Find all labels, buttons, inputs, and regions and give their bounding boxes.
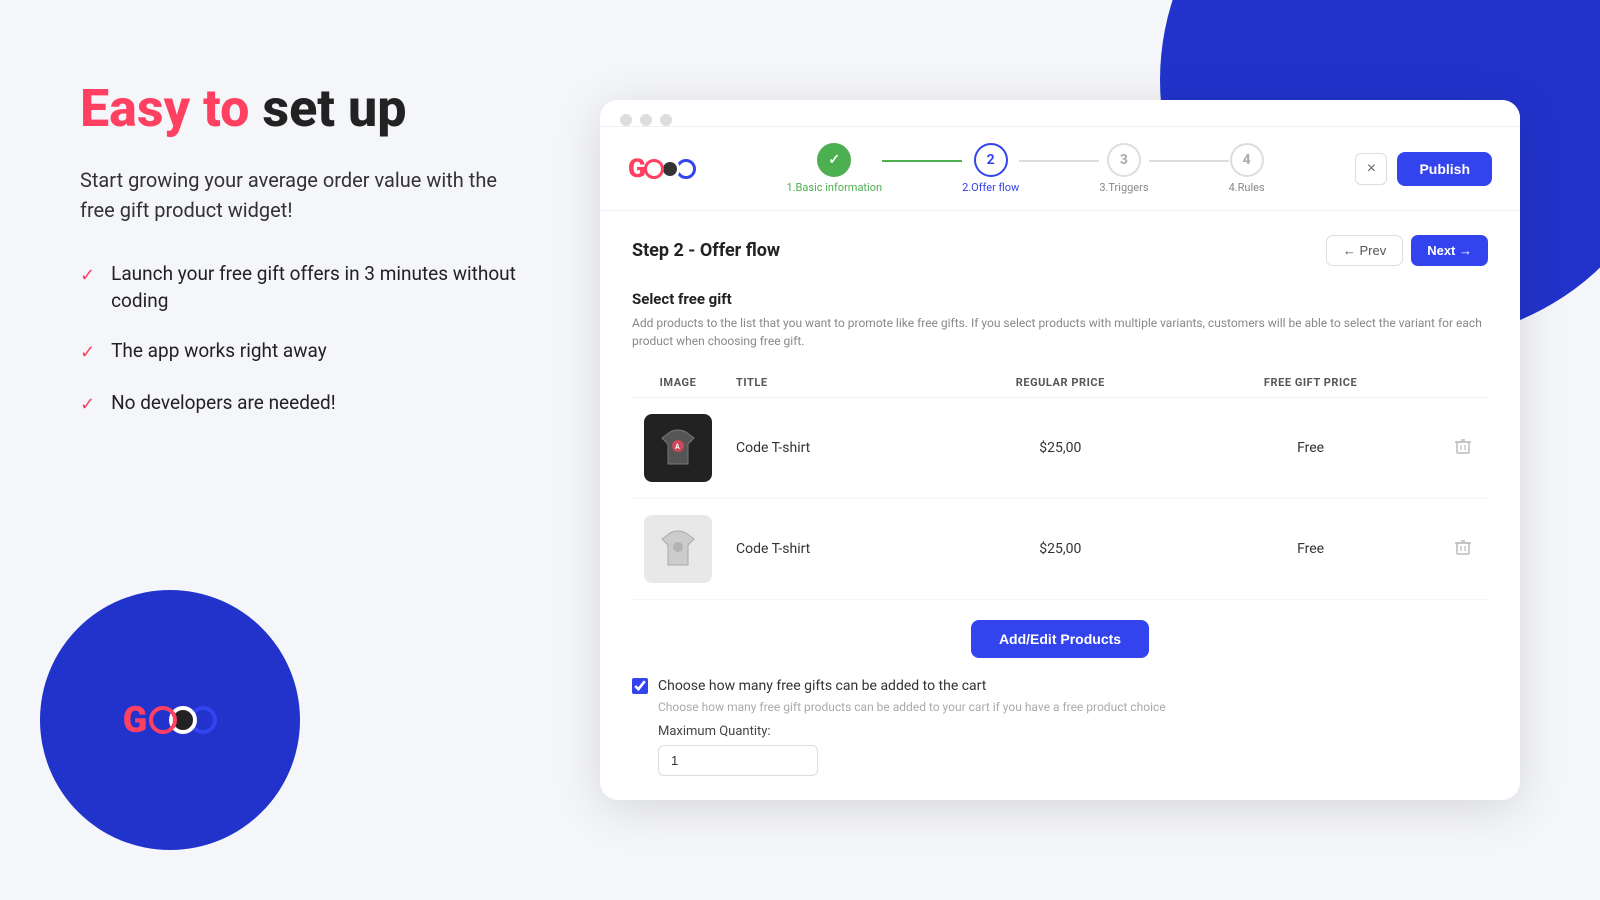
publish-button[interactable]: Publish xyxy=(1397,152,1492,186)
delete-button-2[interactable] xyxy=(1454,538,1472,561)
step-line-2 xyxy=(1019,160,1099,162)
step-label-4: 4.Rules xyxy=(1229,181,1265,194)
bottom-logo-rings xyxy=(149,706,217,734)
headline-easy: Easy xyxy=(80,78,190,139)
product-thumb-2 xyxy=(644,515,712,583)
headline: Easy to set up xyxy=(80,80,520,137)
free-gift-checkbox[interactable] xyxy=(632,678,648,694)
next-button[interactable]: Next → xyxy=(1411,235,1488,266)
step-circle-1: ✓ xyxy=(817,143,851,177)
tshirt-icon-light xyxy=(654,525,702,573)
close-button[interactable]: × xyxy=(1355,153,1387,185)
delete-cell-2 xyxy=(1438,499,1488,600)
chrome-dot-3 xyxy=(660,114,672,126)
app-logo: G xyxy=(628,154,696,184)
col-price: REGULAR PRICE xyxy=(937,368,1183,398)
free-gift-cell-1: Free xyxy=(1183,398,1438,499)
nav-buttons: ← Prev Next → xyxy=(1326,235,1488,266)
check-icon-1: ✓ xyxy=(80,263,95,288)
section-title: Select free gift xyxy=(632,290,1488,308)
headline-setup: set up xyxy=(262,78,406,139)
check-icon-2: ✓ xyxy=(80,340,95,365)
right-panel: G ✓ 1.Basic information 2 2.Offer flow xyxy=(580,0,1600,900)
free-gift-cell-2: Free xyxy=(1183,499,1438,600)
trash-icon-2 xyxy=(1454,538,1472,556)
step-label-1: 1.Basic information xyxy=(786,181,882,194)
bottom-logo-g: G xyxy=(123,699,148,741)
step-1: ✓ 1.Basic information xyxy=(786,143,882,194)
header-actions: × Publish xyxy=(1355,152,1492,186)
products-table: IMAGE TITLE REGULAR PRICE FREE GIFT PRIC… xyxy=(632,368,1488,600)
table-row: A Code T-shirt $25,00 Free xyxy=(632,398,1488,499)
headline-to: to xyxy=(203,78,249,139)
logo-circle-decoration: G xyxy=(40,590,300,850)
logo-circles xyxy=(648,159,696,179)
quantity-input[interactable] xyxy=(658,745,818,776)
quantity-label: Maximum Quantity: xyxy=(658,724,1488,739)
step-title-row: Step 2 - Offer flow ← Prev Next → xyxy=(632,235,1488,266)
product-title-cell-1: Code T-shirt xyxy=(724,398,937,499)
col-image: IMAGE xyxy=(632,368,724,398)
chrome-dot-1 xyxy=(620,114,632,126)
logo-circle-red xyxy=(644,159,664,179)
feature-text-3: No developers are needed! xyxy=(111,390,336,417)
step-circle-3: 3 xyxy=(1107,143,1141,177)
table-row: Code T-shirt $25,00 Free xyxy=(632,499,1488,600)
subtext: Start growing your average order value w… xyxy=(80,165,520,225)
svg-text:A: A xyxy=(675,443,680,451)
app-window: G ✓ 1.Basic information 2 2.Offer flow xyxy=(600,100,1520,800)
window-chrome xyxy=(600,100,1520,127)
step-circle-4: 4 xyxy=(1230,143,1264,177)
col-actions xyxy=(1438,368,1488,398)
step-circle-2: 2 xyxy=(974,143,1008,177)
feature-text-1: Launch your free gift offers in 3 minute… xyxy=(111,261,520,314)
product-img-cell-2 xyxy=(632,499,724,600)
add-edit-button[interactable]: Add/Edit Products xyxy=(971,620,1149,658)
price-cell-2: $25,00 xyxy=(937,499,1183,600)
select-free-gift-section: Select free gift Add products to the lis… xyxy=(632,290,1488,776)
app-content: Step 2 - Offer flow ← Prev Next → Select… xyxy=(600,211,1520,800)
feature-item-1: ✓ Launch your free gift offers in 3 minu… xyxy=(80,261,520,314)
product-title-cell-2: Code T-shirt xyxy=(724,499,937,600)
steps-bar: ✓ 1.Basic information 2 2.Offer flow 3 3… xyxy=(716,143,1336,194)
step-4: 4 4.Rules xyxy=(1229,143,1265,194)
prev-button[interactable]: ← Prev xyxy=(1326,235,1403,266)
delete-button-1[interactable] xyxy=(1454,437,1472,460)
tshirt-icon-dark: A xyxy=(654,424,702,472)
col-gift-price: FREE GIFT PRICE xyxy=(1183,368,1438,398)
table-header-row: IMAGE TITLE REGULAR PRICE FREE GIFT PRIC… xyxy=(632,368,1488,398)
feature-text-2: The app works right away xyxy=(111,338,327,365)
step-3: 3 3.Triggers xyxy=(1099,143,1148,194)
chrome-dot-2 xyxy=(640,114,652,126)
checkbox-row: Choose how many free gifts can be added … xyxy=(632,678,1488,694)
trash-icon-1 xyxy=(1454,437,1472,455)
checkbox-label: Choose how many free gifts can be added … xyxy=(658,678,986,694)
feature-item-2: ✓ The app works right away xyxy=(80,338,520,365)
price-cell-1: $25,00 xyxy=(937,398,1183,499)
step-line-1 xyxy=(882,160,962,162)
step-label-2: 2.Offer flow xyxy=(962,181,1019,194)
product-thumb-1: A xyxy=(644,414,712,482)
step-title: Step 2 - Offer flow xyxy=(632,240,780,261)
check-icon-3: ✓ xyxy=(80,392,95,417)
step-2: 2 2.Offer flow xyxy=(962,143,1019,194)
product-img-cell-1: A xyxy=(632,398,724,499)
delete-cell-1 xyxy=(1438,398,1488,499)
col-title: TITLE xyxy=(724,368,937,398)
step-line-3 xyxy=(1149,160,1229,162)
app-header: G ✓ 1.Basic information 2 2.Offer flow xyxy=(600,127,1520,211)
add-edit-row: Add/Edit Products xyxy=(632,620,1488,658)
step-label-3: 3.Triggers xyxy=(1099,181,1148,194)
section-desc: Add products to the list that you want t… xyxy=(632,314,1488,350)
checkbox-hint: Choose how many free gift products can b… xyxy=(658,700,1488,714)
feature-item-3: ✓ No developers are needed! xyxy=(80,390,520,417)
bottom-logo: G xyxy=(123,699,218,741)
features-list: ✓ Launch your free gift offers in 3 minu… xyxy=(80,261,520,417)
